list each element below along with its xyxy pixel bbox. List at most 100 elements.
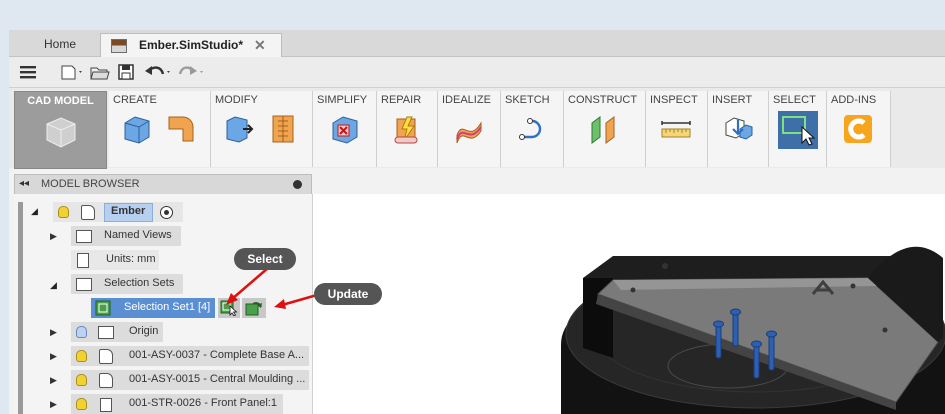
group-label: SIMPLIFY <box>317 94 368 106</box>
visibility-bulb-icon[interactable] <box>58 206 69 218</box>
tree-item-units[interactable]: Units: mm <box>71 250 159 270</box>
sketch-arc-icon[interactable] <box>516 113 548 145</box>
tab-document[interactable]: Ember.SimStudio* ✕ <box>100 33 282 57</box>
tree-item-label: Units: mm <box>106 253 156 265</box>
press-pull-icon[interactable] <box>223 113 255 145</box>
extrude-icon[interactable] <box>165 113 197 145</box>
group-label: SELECT <box>773 94 816 106</box>
collapse-icon[interactable]: ◢ <box>50 280 57 291</box>
tree-item-label: Origin <box>129 325 159 337</box>
ribbon-group-select[interactable]: SELECT <box>769 91 827 167</box>
workspace-label: CAD MODEL <box>27 95 94 107</box>
ribbon-group-construct[interactable]: CONSTRUCT <box>564 91 646 167</box>
group-label: INSERT <box>712 94 753 106</box>
root-label: Ember <box>111 205 146 217</box>
group-label: INSPECT <box>650 94 698 106</box>
ribbon-group-addins[interactable]: ADD-INS <box>827 91 891 167</box>
tree-item-label: 001-ASY-0037 - Complete Base A... <box>129 349 305 361</box>
model-render <box>561 246 945 414</box>
tree-item-label: Selection Sets <box>104 277 175 289</box>
collapse-panel-icon[interactable]: ◂◂ <box>19 178 29 189</box>
visibility-bulb-icon[interactable] <box>76 374 87 386</box>
3d-viewport[interactable] <box>313 194 945 414</box>
expand-icon[interactable]: ▶ <box>50 375 57 386</box>
activate-radio-icon[interactable] <box>160 206 173 219</box>
visibility-bulb-icon[interactable] <box>76 326 87 338</box>
repair-icon[interactable] <box>391 113 423 145</box>
redo-icon[interactable] <box>177 62 207 82</box>
offset-plane-icon[interactable] <box>588 113 620 145</box>
group-label: ADD-INS <box>831 94 877 106</box>
tree-item-component[interactable]: 001-ASY-0015 - Central Moulding ... <box>71 370 309 390</box>
ribbon-group-simplify[interactable]: SIMPLIFY <box>313 91 377 167</box>
expand-icon[interactable]: ▶ <box>50 399 57 410</box>
tree-item-label: Named Views <box>104 229 172 241</box>
document-icon <box>111 39 127 53</box>
folder-icon <box>98 326 114 339</box>
tree-item-component[interactable]: 001-ASY-0037 - Complete Base A... <box>71 346 309 366</box>
group-label: MODIFY <box>215 94 258 106</box>
body-icon <box>100 398 112 412</box>
selection-set-icon <box>95 300 111 316</box>
expand-root-icon[interactable]: ◢ <box>31 206 38 217</box>
group-label: CREATE <box>113 94 157 106</box>
ribbon-group-sketch[interactable]: SKETCH <box>501 91 564 167</box>
open-icon[interactable] <box>89 62 111 82</box>
ribbon-group-insert[interactable]: INSERT <box>708 91 769 167</box>
folder-icon <box>76 278 92 291</box>
tree-root[interactable]: Ember <box>53 202 183 222</box>
window-frame <box>0 30 9 414</box>
remove-features-icon[interactable] <box>329 113 361 145</box>
cad-model-icon <box>46 117 76 148</box>
folder-icon <box>76 230 92 243</box>
visibility-bulb-icon[interactable] <box>76 398 87 410</box>
tree-item-named-views[interactable]: Named Views <box>71 226 181 246</box>
ribbon-group-create[interactable]: CREATE <box>109 91 211 167</box>
group-label: REPAIR <box>381 94 422 106</box>
model-browser-header[interactable]: ◂◂ MODEL BROWSER <box>14 174 312 195</box>
tree-item-label: 001-ASY-0015 - Central Moulding ... <box>129 373 306 385</box>
undo-icon[interactable] <box>143 62 175 82</box>
tree-item-body[interactable]: 001-STR-0026 - Front Panel:1 <box>71 394 283 414</box>
ribbon-group-modify[interactable]: MODIFY <box>211 91 313 167</box>
component-icon <box>99 373 113 388</box>
ribbon-group-inspect[interactable]: INSPECT <box>646 91 708 167</box>
model-browser-title: MODEL BROWSER <box>41 178 140 190</box>
workspace-switcher[interactable]: CAD MODEL <box>14 91 107 169</box>
expand-icon[interactable]: ▶ <box>50 351 57 362</box>
insert-icon[interactable] <box>722 113 754 145</box>
document-settings-icon <box>77 253 89 268</box>
browser-scrollbar[interactable] <box>18 202 23 414</box>
tree-item-selection-sets[interactable]: Selection Sets <box>71 274 183 294</box>
close-tab-icon[interactable]: ✕ <box>254 34 266 56</box>
group-label: CONSTRUCT <box>568 94 638 106</box>
addins-icon[interactable] <box>842 113 874 145</box>
tab-strip: Home Ember.SimStudio* ✕ <box>9 30 945 57</box>
menu-icon[interactable] <box>18 62 38 82</box>
update-callout: Update <box>314 283 382 305</box>
ribbon-group-idealize[interactable]: IDEALIZE <box>438 91 501 167</box>
component-icon <box>99 349 113 364</box>
measure-icon[interactable] <box>660 113 692 145</box>
pin-icon[interactable] <box>293 180 302 189</box>
component-icon <box>81 205 95 220</box>
select-window-icon[interactable] <box>778 111 818 149</box>
tree-item-label: Selection Set1 [4] <box>124 301 211 313</box>
tree-item-origin[interactable]: Origin <box>71 322 163 342</box>
new-icon[interactable] <box>59 62 85 82</box>
ribbon-group-repair[interactable]: REPAIR <box>377 91 438 167</box>
split-body-icon[interactable] <box>267 113 299 145</box>
midsurface-icon[interactable] <box>453 113 485 145</box>
tab-home[interactable]: Home <box>19 33 101 56</box>
group-label: SKETCH <box>505 94 550 106</box>
visibility-bulb-icon[interactable] <box>76 350 87 362</box>
save-icon[interactable] <box>116 62 136 82</box>
box-icon[interactable] <box>121 113 153 145</box>
quick-access-toolbar <box>9 57 945 88</box>
group-label: IDEALIZE <box>442 94 491 106</box>
tree-item-selection-set1[interactable]: Selection Set1 [4] <box>91 298 215 318</box>
expand-icon[interactable]: ▶ <box>50 231 57 242</box>
tab-document-label: Ember.SimStudio* <box>139 38 244 52</box>
tree-item-label: 001-STR-0026 - Front Panel:1 <box>129 397 277 409</box>
expand-icon[interactable]: ▶ <box>50 327 57 338</box>
